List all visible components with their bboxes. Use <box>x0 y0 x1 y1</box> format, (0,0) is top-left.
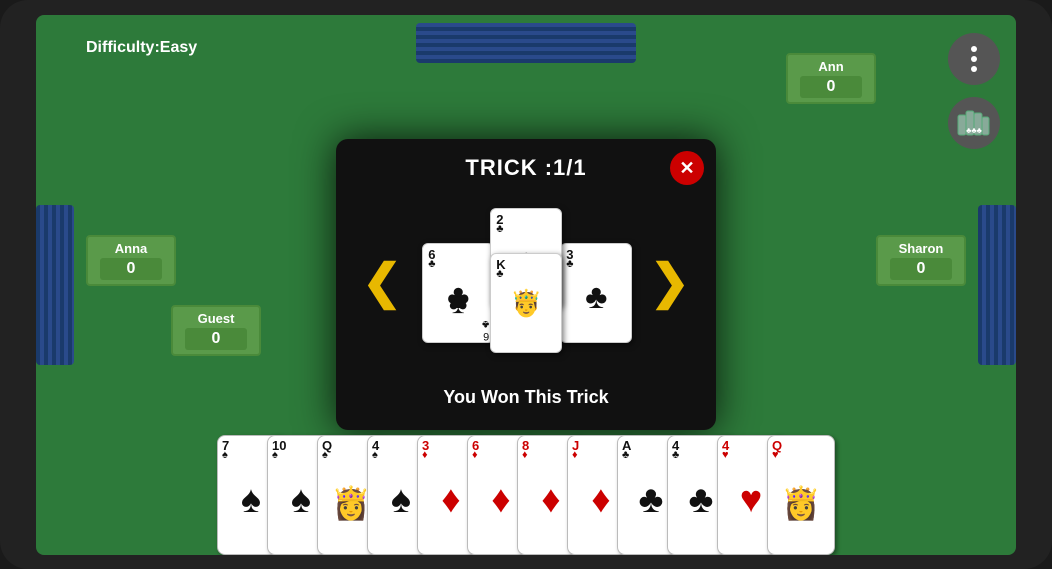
cards-display: 6 ♣ ♣ ♣ 6♣ 2 ♣ ♣ <box>412 203 640 363</box>
modal-title: TRICK :1/1 <box>352 155 700 181</box>
card-suit-qs: ♠ <box>322 450 328 461</box>
trick-card-6clubs: 6 ♣ ♣ ♣ 6♣ <box>422 243 494 343</box>
king-face-icon: 🤴 <box>510 288 542 319</box>
card-3-suit: ♣ <box>585 278 607 317</box>
nav-right-arrow[interactable]: ❯ <box>640 259 700 307</box>
card-suit-4s: ♠ <box>372 450 378 461</box>
card-suit-4c: ♣ <box>672 450 679 461</box>
game-screen: Difficulty:Easy Ann 0 Anna 0 Guest 0 Sha… <box>36 15 1016 555</box>
trick-modal: TRICK :1/1 ✕ ❮ 6 ♣ ♣ ♣ 6♣ <box>336 139 716 430</box>
modal-close-button[interactable]: ✕ <box>670 151 704 185</box>
player-hand: 7 ♠ ♠ 10 ♠ ♠ Q ♠ 👸 4 ♠ ♠ <box>36 415 1016 555</box>
card-suit-10s: ♠ <box>272 450 278 461</box>
win-message: You Won This Trick <box>352 381 700 414</box>
card-suit-qh: ♥ <box>772 450 779 461</box>
card-suit-4h: ♥ <box>722 450 729 461</box>
device-frame: Difficulty:Easy Ann 0 Anna 0 Guest 0 Sha… <box>0 0 1052 569</box>
trick-card-3clubs: 3 ♣ ♣ <box>560 243 632 343</box>
card-suit-ac: ♣ <box>622 450 629 461</box>
trick-card-kclubs: K ♣ 🤴 <box>490 253 562 353</box>
hand-card-qhearts[interactable]: Q ♥ 👸 <box>767 435 835 555</box>
card-suit-8d: ♦ <box>522 450 528 461</box>
queen-face-qs: 👸 <box>331 484 371 522</box>
card-suit-3d: ♦ <box>422 450 428 461</box>
card-suit-6d: ♦ <box>472 450 478 461</box>
trick-cards-area: ❮ 6 ♣ ♣ ♣ 6♣ 2 ♣ <box>352 193 700 373</box>
card-suit-jd: ♦ <box>572 450 578 461</box>
card-suit-7s: ♠ <box>222 450 228 461</box>
queen-face-qh: 👸 <box>781 484 821 522</box>
nav-left-arrow[interactable]: ❮ <box>352 259 412 307</box>
